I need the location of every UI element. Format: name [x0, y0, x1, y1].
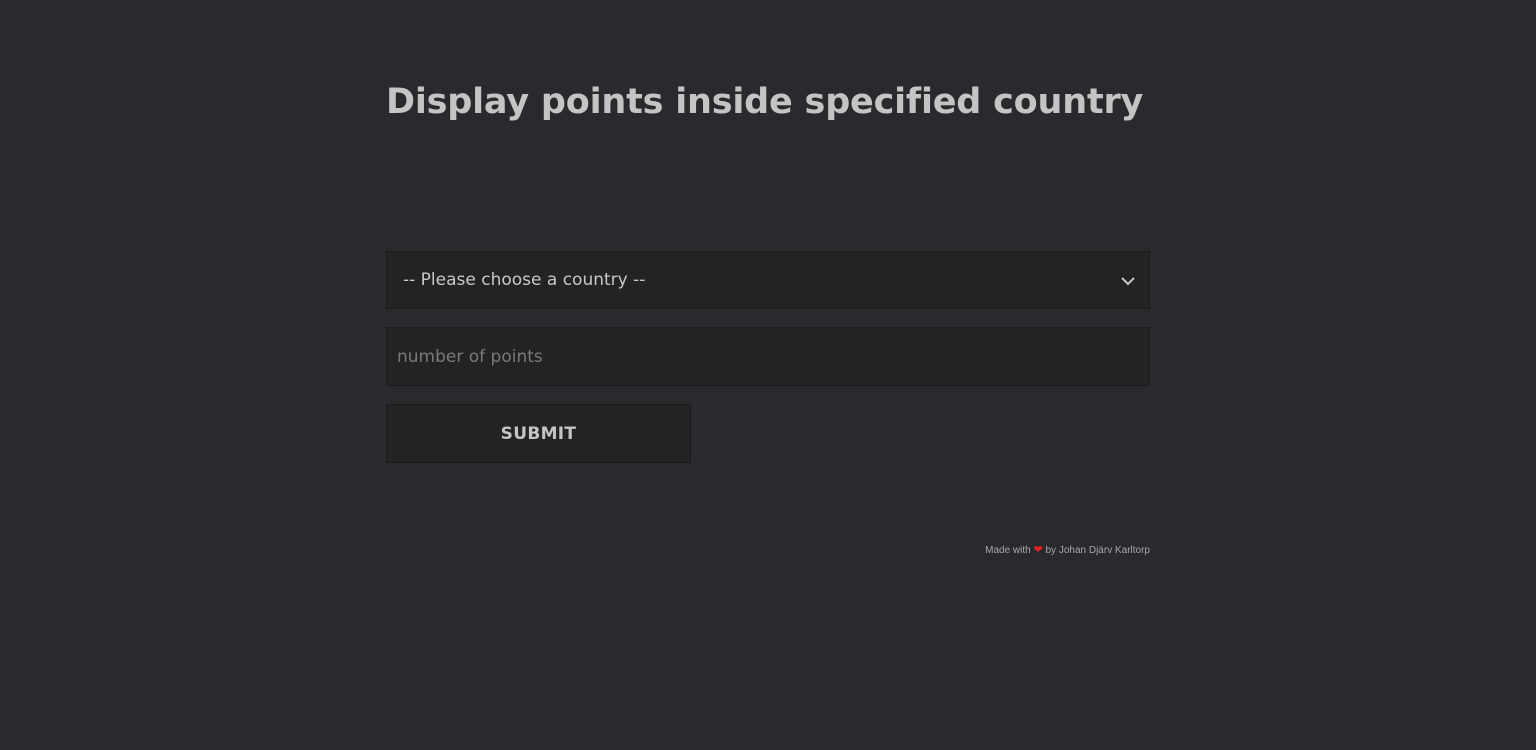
submit-button[interactable]: SUBMIT: [386, 404, 691, 463]
footer-made-with: Made with: [985, 545, 1031, 556]
page-title: Display points inside specified country: [386, 82, 1144, 122]
footer-author: by Johan Djärv Karltorp: [1045, 545, 1151, 556]
points-input[interactable]: [386, 327, 1150, 386]
country-select[interactable]: -- Please choose a country --: [386, 251, 1150, 309]
country-select-value: -- Please choose a country --: [403, 270, 646, 290]
chevron-down-icon: [1121, 277, 1135, 286]
heart-icon: ❤: [1033, 544, 1043, 556]
footer-credit: Made with ❤ by Johan Djärv Karltorp: [985, 543, 1150, 556]
